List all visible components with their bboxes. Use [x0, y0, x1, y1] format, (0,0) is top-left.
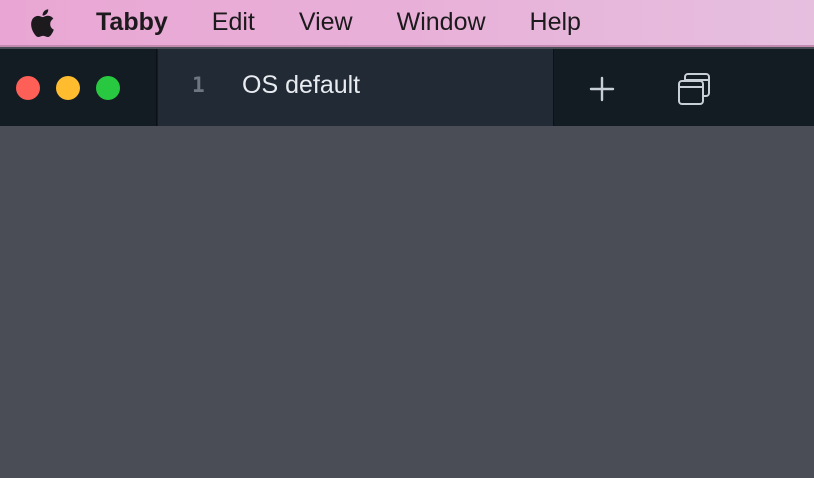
window-stack-icon	[678, 73, 710, 105]
macos-menubar: Tabby Edit View Window Help	[0, 0, 814, 47]
tab-actions	[555, 49, 814, 126]
tab-os-default[interactable]: 1 OS default	[158, 49, 554, 126]
terminal-area[interactable]	[0, 126, 814, 478]
tab-title: OS default	[242, 71, 361, 99]
new-tab-button[interactable]	[582, 69, 622, 109]
apple-logo-icon[interactable]	[26, 8, 56, 38]
menu-view[interactable]: View	[299, 8, 353, 37]
tab-index: 1	[192, 73, 205, 97]
menu-app-name[interactable]: Tabby	[96, 8, 168, 37]
maximize-window-button[interactable]	[96, 76, 120, 100]
plus-icon	[589, 76, 615, 102]
profiles-button[interactable]	[674, 69, 714, 109]
window-titlebar: 1 OS default	[0, 49, 814, 126]
menu-help[interactable]: Help	[530, 8, 581, 37]
menu-edit[interactable]: Edit	[212, 8, 255, 37]
minimize-window-button[interactable]	[56, 76, 80, 100]
traffic-lights	[0, 49, 157, 126]
menu-window[interactable]: Window	[397, 8, 486, 37]
close-window-button[interactable]	[16, 76, 40, 100]
